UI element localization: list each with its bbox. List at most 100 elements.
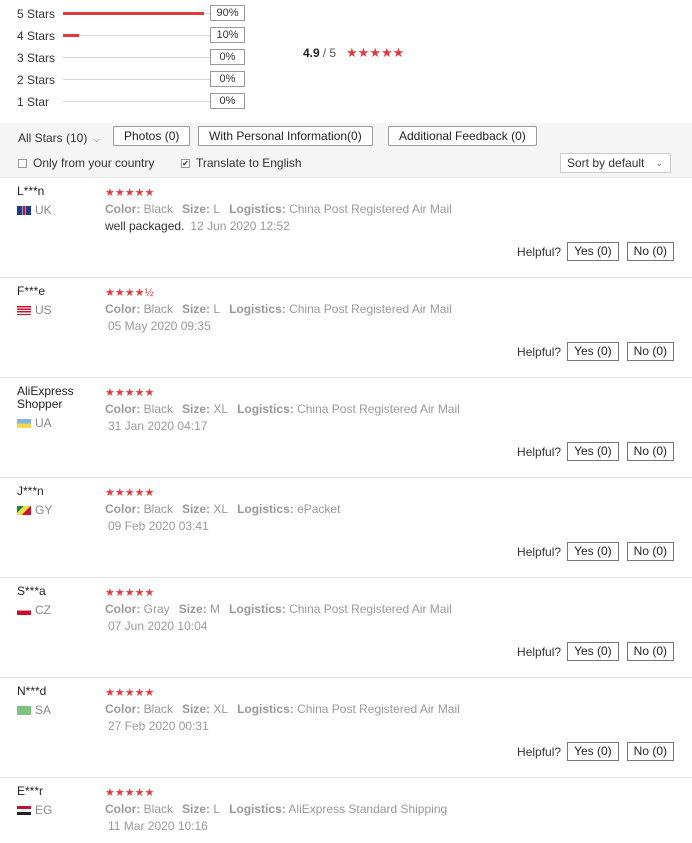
helpful-yes-button[interactable]: Yes (0) [567,742,619,761]
reviewer-country: SA [17,703,51,717]
checkbox-checked-icon: ✔ [181,158,190,168]
review-attributes: Color: Black Size: L Logistics: China Post… [105,302,452,316]
helpful-no-button[interactable]: No (0) [626,642,674,661]
helpful-yes-button[interactable]: Yes (0) [567,542,619,561]
logistics-label: Logistics: [237,702,294,716]
review-date: 11 Mar 2020 10:16 [108,819,208,833]
helpful-label: Helpful? [517,244,562,259]
personal-info-filter-button[interactable]: With Personal Information(0) [198,126,373,146]
color-value: Black [143,802,174,816]
review-date: 09 Feb 2020 03:41 [108,519,209,533]
reviewer-name: N***d [17,684,47,698]
helpful-no-button[interactable]: No (0) [626,742,674,761]
helpful-no-button[interactable]: No (0) [626,542,674,561]
histogram-fill [63,12,205,15]
size-value: XL [213,402,229,416]
reviewer-name: F***e [17,284,46,298]
reviewer-country: GY [17,503,52,517]
country-code: CZ [35,603,51,617]
review-date: 12 Jun 2020 12:52 [190,219,290,233]
flag-icon [17,805,31,815]
histogram-bar [63,12,220,15]
filter-bar: All Stars (10) ⌵ Photos (0) With Persona… [0,123,692,178]
histogram-percent: 0% [210,93,245,109]
review-stars-icon: ★★★★★ [105,387,155,399]
chevron-down-icon: ⌄ [655,158,663,168]
country-code: GY [35,503,53,517]
helpful-vote: Helpful? Yes (0) No (0) [517,242,674,261]
histogram-row-4[interactable]: 4 Stars 10% [17,27,247,49]
histogram-bar [63,101,220,102]
average-rating: 4.9 [303,46,320,60]
review-date: 05 May 2020 09:35 [108,319,211,333]
logistics-label: Logistics: [237,402,294,416]
rating-histogram: 5 Stars 90% 4 Stars 10% 3 Stars 0% 2 Sta… [17,5,247,115]
size-label: Size: [178,602,207,616]
country-code: US [35,303,52,317]
color-value: Black [143,702,174,716]
translate-label: Translate to English [196,156,302,170]
additional-feedback-filter-button[interactable]: Additional Feedback (0) [388,126,537,146]
reviewer-country: CZ [17,603,51,617]
histogram-row-3[interactable]: 3 Stars 0% [17,49,247,71]
review-stars-icon: ★★★★★ [105,487,155,499]
helpful-no-button[interactable]: No (0) [626,242,674,261]
review-stars-icon: ★★★★★ [105,787,155,799]
star-filter-dropdown[interactable]: All Stars (10) ⌵ [18,131,100,145]
review-item: AliExpress Shopper UA ★★★★★ Color: Black Siz… [0,378,692,478]
review-attributes: Color: Gray Size: M Logistics: China Post … [105,602,452,616]
size-value: M [210,602,221,616]
sort-select[interactable]: Sort by default ⌄ [560,153,671,173]
helpful-yes-button[interactable]: Yes (0) [567,242,619,261]
helpful-vote: Helpful? Yes (0) No (0) [517,642,674,661]
size-value: L [213,302,221,316]
flag-icon [17,418,31,428]
country-code: EG [35,803,53,817]
review-attributes: Color: Black Size: L Logistics: China Post… [105,202,452,216]
color-label: Color: [105,402,141,416]
review-item: S***a CZ ★★★★★ Color: Gray Size: M Logistics:… [0,578,692,678]
flag-icon [17,205,31,215]
only-country-checkbox[interactable]: Only from your country [18,156,154,170]
histogram-row-1[interactable]: 1 Star 0% [17,93,247,115]
photos-filter-button[interactable]: Photos (0) [113,126,191,146]
country-code: SA [35,703,52,717]
translate-checkbox[interactable]: ✔ Translate to English [181,156,302,170]
only-country-label: Only from your country [33,156,155,170]
histogram-percent: 0% [210,49,245,65]
helpful-no-button[interactable]: No (0) [626,442,674,461]
review-body: 05 May 2020 09:35 [105,319,211,333]
reviewer-name: E***r [17,784,44,798]
color-value: Black [143,502,174,516]
review-stars-icon: ★★★★★ [105,687,155,699]
country-code: UK [35,203,52,217]
helpful-yes-button[interactable]: Yes (0) [567,642,619,661]
rating-max: / 5 [322,46,337,60]
histogram-row-2[interactable]: 2 Stars 0% [17,71,247,93]
reviewer-name: S***a [17,584,46,598]
review-date: 27 Feb 2020 00:31 [108,719,209,733]
review-item: J***n GY ★★★★★ Color: Black Size: XL Logistic… [0,478,692,578]
histogram-percent: 10% [210,27,245,43]
helpful-yes-button[interactable]: Yes (0) [567,342,619,361]
review-body: 07 Jun 2020 10:04 [105,619,207,633]
flag-icon [17,705,31,715]
histogram-row-5[interactable]: 5 Stars 90% [17,5,247,27]
histogram-percent: 90% [210,5,245,21]
logistics-value: China Post Registered Air Mail [289,202,452,216]
review-body: 27 Feb 2020 00:31 [105,719,209,733]
size-label: Size: [182,802,211,816]
reviewer-country: UK [17,203,52,217]
helpful-no-button[interactable]: No (0) [626,342,674,361]
helpful-label: Helpful? [517,344,562,359]
color-label: Color: [105,802,141,816]
logistics-value: China Post Registered Air Mail [289,602,452,616]
reviewer-country: US [17,303,52,317]
review-body: well packaged. 12 Jun 2020 12:52 [105,219,290,233]
logistics-label: Logistics: [229,302,286,316]
chevron-down-icon: ⌵ [93,135,100,144]
histogram-bar [63,34,220,37]
reviewer-name: AliExpress Shopper [17,384,74,411]
overall-stars-icon: ★★★★★ [346,45,405,60]
helpful-yes-button[interactable]: Yes (0) [567,442,619,461]
